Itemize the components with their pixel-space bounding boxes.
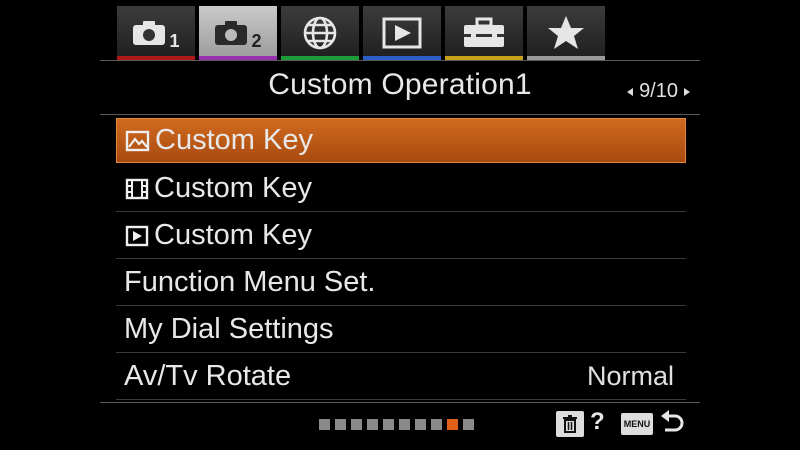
menu-tab-bar: 1 2 <box>117 6 607 60</box>
divider <box>100 114 700 115</box>
tab-playback[interactable] <box>363 6 441 60</box>
star-icon <box>548 16 584 49</box>
menu-item-custom-key-still[interactable]: Custom Key <box>116 118 686 163</box>
page-dot <box>383 419 394 430</box>
divider <box>100 402 700 403</box>
menu-item-av-tv-rotate[interactable]: Av/Tv Rotate Normal <box>116 353 686 400</box>
menu-item-function-menu-set[interactable]: Function Menu Set. <box>116 259 686 306</box>
movie-film-icon <box>124 176 150 202</box>
page-dot <box>367 419 378 430</box>
menu-button-icon[interactable]: MENU <box>621 413 653 435</box>
camera-icon <box>133 21 166 45</box>
playback-icon <box>124 223 150 249</box>
toolbox-icon <box>464 17 504 47</box>
tab-camera-2[interactable]: 2 <box>199 6 277 60</box>
tab-camera-1[interactable]: 1 <box>117 6 195 60</box>
menu-item-custom-key-movie[interactable]: Custom Key <box>116 165 686 212</box>
menu-item-label: Custom Key <box>155 124 313 156</box>
globe-icon <box>303 16 337 50</box>
tab-setup[interactable] <box>445 6 523 60</box>
menu-item-label: Custom Key <box>154 219 312 251</box>
return-arrow-icon[interactable] <box>659 410 685 438</box>
tab-number: 1 <box>169 30 180 51</box>
menu-item-label: Custom Key <box>154 172 312 204</box>
menu-item-label: Av/Tv Rotate <box>124 360 292 392</box>
help-icon[interactable]: ? <box>590 408 605 436</box>
menu-item-value: Normal <box>586 361 674 391</box>
page-dot <box>399 419 410 430</box>
menu-item-my-dial-settings[interactable]: My Dial Settings <box>116 306 686 353</box>
page-dots <box>319 419 474 430</box>
settings-menu: Custom Key Custom Key Custom Key Functio… <box>116 118 686 400</box>
page-title: Custom Operation1 <box>268 68 532 101</box>
menu-item-custom-key-playback[interactable]: Custom Key <box>116 212 686 259</box>
page-dot <box>415 419 426 430</box>
tab-network[interactable] <box>281 6 359 60</box>
menu-item-label: My Dial Settings <box>124 313 334 345</box>
page-dot <box>431 419 442 430</box>
tab-number: 2 <box>251 30 262 51</box>
camera-icon <box>215 21 248 45</box>
divider <box>100 60 700 61</box>
menu-item-label: Function Menu Set. <box>124 266 376 298</box>
prev-page-arrow-icon[interactable] <box>627 87 634 96</box>
trash-icon[interactable] <box>556 411 584 437</box>
page-number: 9/10 <box>639 80 678 102</box>
next-page-arrow-icon[interactable] <box>684 87 690 96</box>
page-dot <box>335 419 346 430</box>
page-dot <box>319 419 330 430</box>
page-indicator: 9/10 <box>627 80 690 103</box>
tab-my-menu[interactable] <box>527 6 605 60</box>
page-dot <box>351 419 362 430</box>
playback-icon <box>382 17 422 49</box>
still-image-icon <box>125 128 151 154</box>
page-dot <box>463 419 474 430</box>
page-dot-current <box>447 419 458 430</box>
